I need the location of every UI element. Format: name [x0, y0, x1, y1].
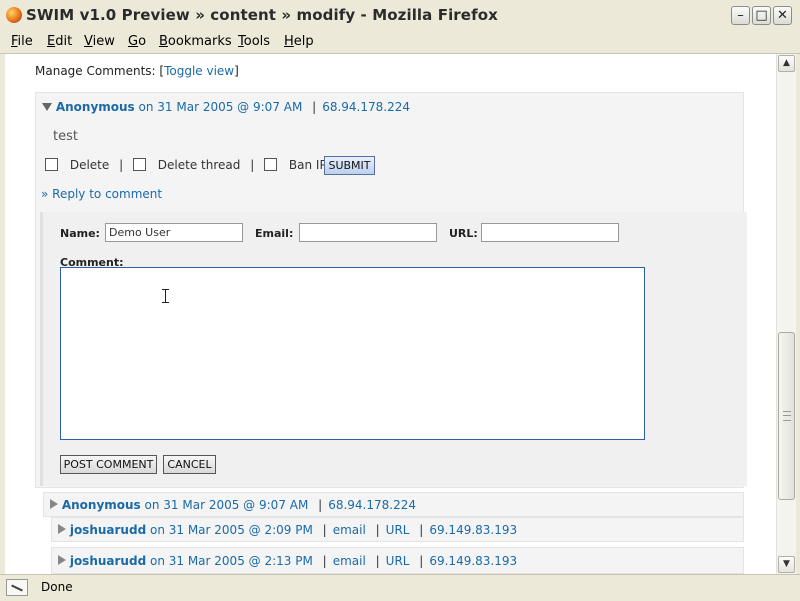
thread-header: joshuarudd on 31 Mar 2005 @ 2:13 PM | ema… — [58, 554, 517, 568]
scroll-up-icon[interactable]: ▲ — [778, 55, 795, 72]
menu-tools[interactable]: Tools — [238, 34, 270, 49]
moderation-row: Delete | Delete thread | Ban IP — [45, 158, 327, 172]
email-input[interactable] — [299, 223, 437, 242]
reply-to-comment-link[interactable]: » Reply to comment — [41, 187, 162, 201]
menu-file[interactable]: File — [11, 34, 33, 49]
menu-bar: File Edit View Go Bookmarks Tools Help — [0, 31, 800, 54]
status-text: Done — [41, 580, 73, 594]
url-label: URL: — [449, 227, 478, 240]
delete-thread-label: Delete thread — [157, 158, 241, 172]
name-label: Name: — [60, 227, 100, 240]
comment-ip[interactable]: 68.94.178.224 — [322, 100, 410, 114]
expand-caret-icon[interactable] — [58, 555, 66, 565]
comment-author[interactable]: Anonymous — [56, 100, 135, 114]
scrollbar-thumb[interactable] — [778, 332, 795, 500]
page-content: Manage Comments: [Toggle view] Anonymous… — [5, 54, 776, 574]
post-comment-button[interactable]: POST COMMENT — [60, 455, 157, 474]
submit-button[interactable]: SUBMIT — [324, 156, 375, 175]
close-button[interactable]: ✕ — [773, 6, 792, 25]
firefox-icon — [6, 7, 22, 23]
menu-edit[interactable]: Edit — [47, 34, 72, 49]
expand-caret-icon[interactable] — [58, 524, 66, 534]
scroll-down-icon[interactable]: ▼ — [778, 556, 795, 573]
url-input[interactable] — [481, 223, 619, 242]
menu-go[interactable]: Go — [128, 34, 146, 49]
separator: | — [312, 100, 317, 114]
connection-icon — [6, 579, 28, 596]
email-label: Email: — [255, 227, 294, 240]
comment-textarea[interactable] — [60, 267, 645, 440]
ban-ip-checkbox[interactable] — [264, 158, 278, 171]
toggle-view-link[interactable]: Toggle view — [164, 64, 234, 78]
delete-checkbox[interactable] — [45, 158, 58, 171]
comment-body: test — [53, 129, 78, 144]
maximize-button[interactable]: □ — [752, 6, 771, 25]
vertical-scrollbar[interactable]: ▲ ▼ — [776, 54, 796, 574]
thread-header: joshuarudd on 31 Mar 2005 @ 2:09 PM | ema… — [58, 523, 517, 537]
cancel-button[interactable]: CANCEL — [163, 455, 216, 474]
comment-date[interactable]: on 31 Mar 2005 @ 9:07 AM — [139, 100, 303, 114]
expand-caret-icon[interactable] — [50, 499, 58, 509]
menu-help[interactable]: Help — [284, 34, 314, 49]
window-title: SWIM v1.0 Preview » content » modify - M… — [26, 6, 498, 24]
ban-ip-label: Ban IP — [288, 158, 327, 172]
title-bar: SWIM v1.0 Preview » content » modify - M… — [0, 0, 800, 31]
thread-header: Anonymous on 31 Mar 2005 @ 9:07 AM | 68.9… — [50, 498, 416, 512]
text-cursor-icon — [162, 289, 169, 303]
menu-view[interactable]: View — [84, 34, 115, 49]
collapse-caret-icon[interactable] — [42, 103, 52, 111]
minimize-button[interactable]: – — [731, 6, 750, 25]
menu-bookmarks[interactable]: Bookmarks — [159, 34, 232, 49]
delete-label: Delete — [69, 158, 110, 172]
manage-comments-heading: Manage Comments: [Toggle view] — [35, 64, 239, 78]
delete-thread-checkbox[interactable] — [132, 158, 146, 171]
name-input[interactable]: Demo User — [105, 223, 243, 242]
status-bar: Done — [0, 574, 800, 601]
comment-header: Anonymous on 31 Mar 2005 @ 9:07 AM | 68.9… — [42, 100, 410, 114]
grip-icon — [783, 411, 791, 421]
